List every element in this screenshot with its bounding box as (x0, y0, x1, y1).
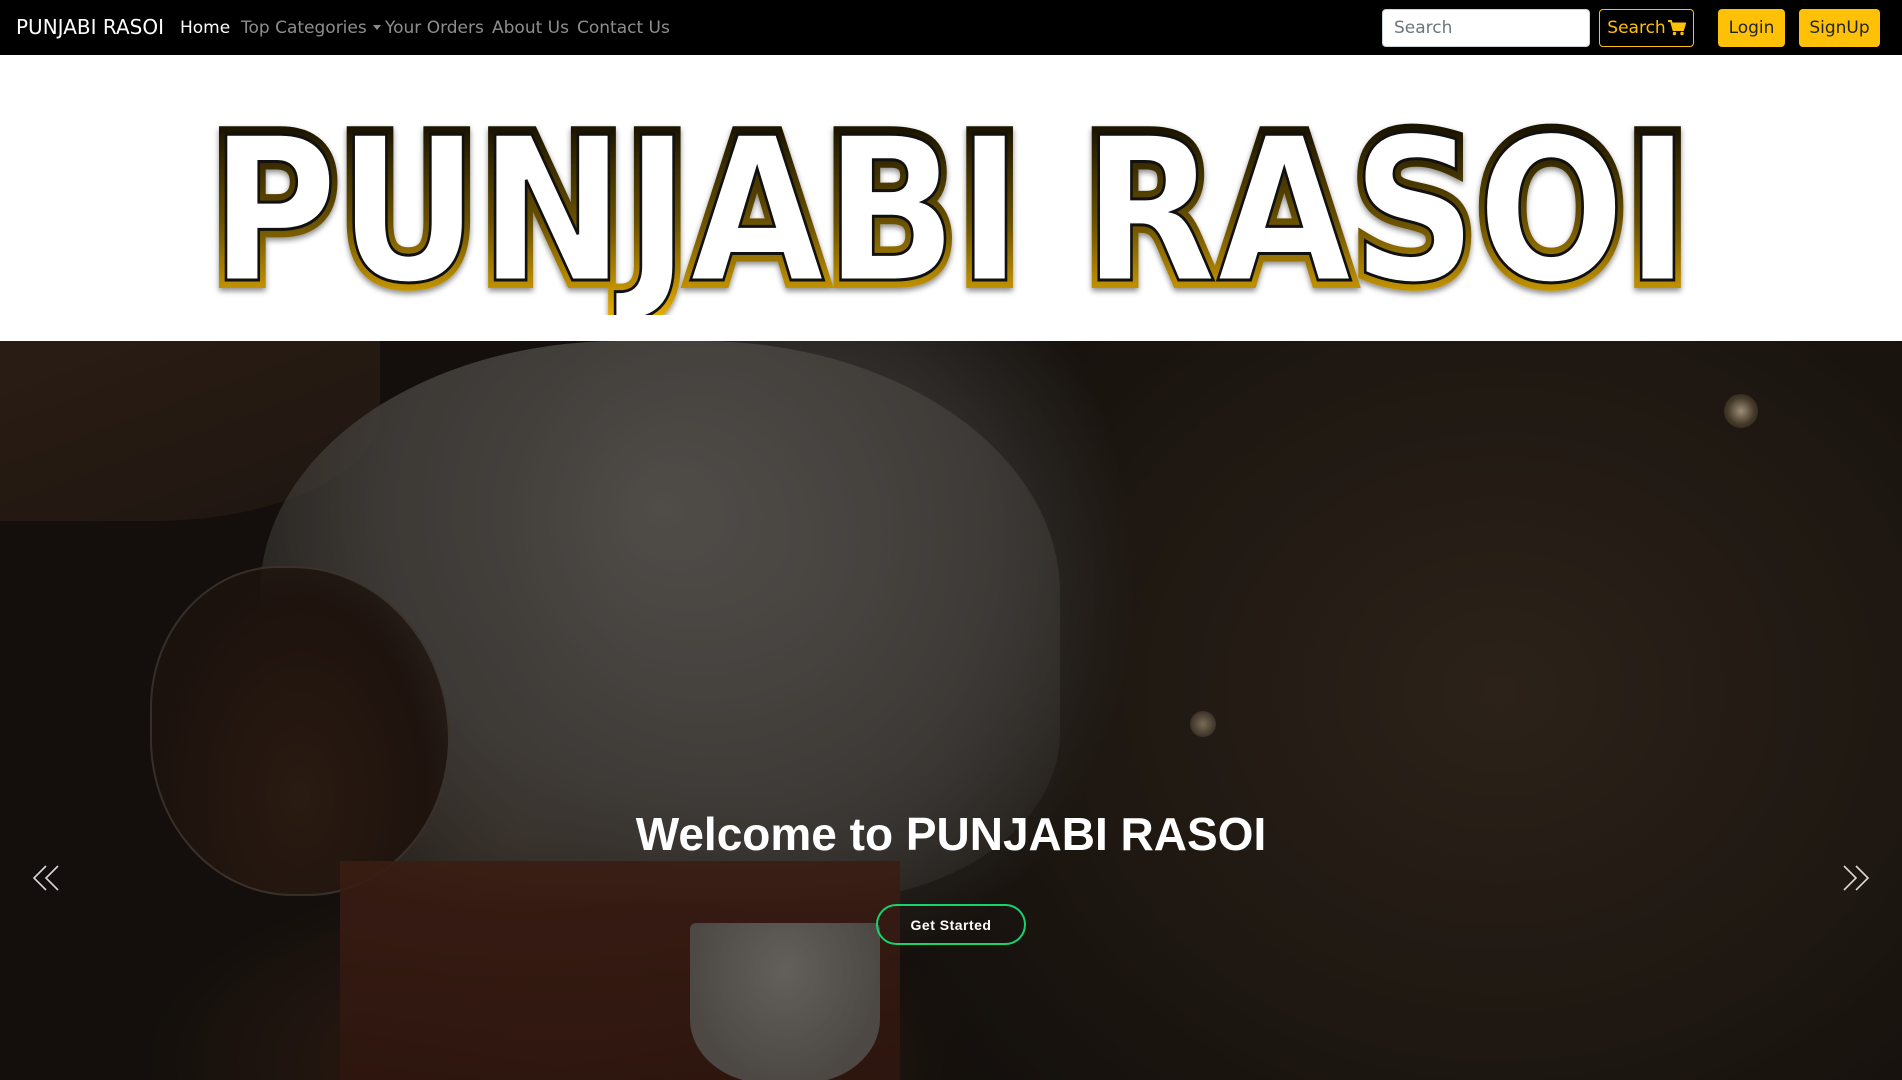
search-input[interactable] (1382, 9, 1590, 47)
signup-button[interactable]: SignUp (1799, 9, 1880, 47)
search-button-label: Search (1607, 18, 1666, 38)
nav-home[interactable]: Home (180, 17, 230, 39)
logo-text-inline: PUNJABI RASOI (210, 95, 1690, 315)
hero-dark-overlay (0, 341, 1902, 1080)
carousel-prev-button[interactable] (30, 861, 64, 895)
top-navbar: PUNJABI RASOI Home Top Categories Your O… (0, 0, 1902, 55)
hero-title: Welcome to PUNJABI RASOI (635, 808, 1267, 860)
search-button[interactable]: Search (1599, 9, 1694, 47)
carousel-next-button[interactable] (1838, 861, 1872, 895)
get-started-button[interactable]: Get Started (876, 904, 1026, 945)
hero-carousel: Welcome to PUNJABI RASOI Get Started (0, 341, 1902, 1080)
punjabi-rasoi-logo: PUNJABI RASOI PUNJABI RASOI (202, 87, 1698, 315)
nav-contact-us[interactable]: Contact Us (577, 17, 670, 39)
login-button[interactable]: Login (1718, 9, 1785, 47)
double-chevron-left-icon (32, 865, 59, 891)
nav-about-us[interactable]: About Us (492, 17, 569, 39)
caret-down-icon (372, 25, 381, 30)
cart-icon (1667, 20, 1686, 36)
brand-link[interactable]: PUNJABI RASOI (16, 14, 164, 40)
nav-top-categories-label: Top Categories (241, 18, 367, 38)
nav-your-orders[interactable]: Your Orders (385, 17, 484, 39)
svg-text:PUNJABI RASOI: PUNJABI RASOI (210, 95, 1690, 315)
logo-banner: PUNJABI RASOI PUNJABI RASOI (0, 55, 1902, 341)
double-chevron-right-icon (1843, 865, 1870, 891)
nav-top-categories[interactable]: Top Categories (241, 17, 381, 39)
